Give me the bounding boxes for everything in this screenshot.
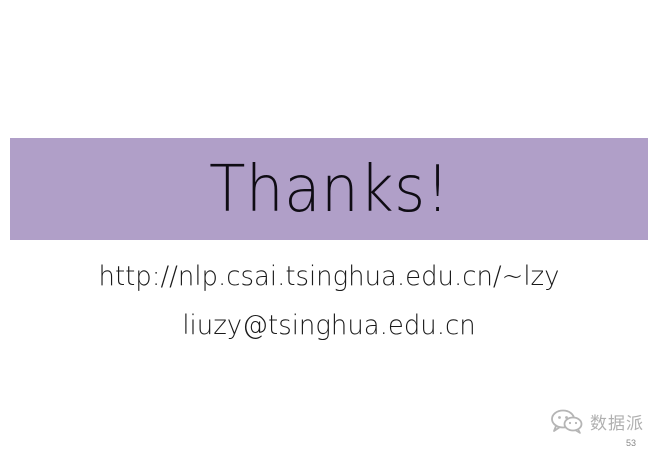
- slide: Thanks! http://nlp.csai.tsinghua.edu.cn/…: [0, 0, 658, 465]
- contact-url: http://nlp.csai.tsinghua.edu.cn/~lzy: [98, 261, 560, 292]
- title-band: Thanks!: [10, 138, 648, 240]
- watermark: 数据派: [550, 408, 644, 434]
- watermark-text: 数据派: [590, 413, 644, 434]
- slide-title: Thanks!: [208, 153, 450, 227]
- contact-email: liuzy@tsinghua.edu.cn: [182, 310, 476, 341]
- wechat-icon: [551, 409, 583, 434]
- page-number: 53: [625, 438, 636, 448]
